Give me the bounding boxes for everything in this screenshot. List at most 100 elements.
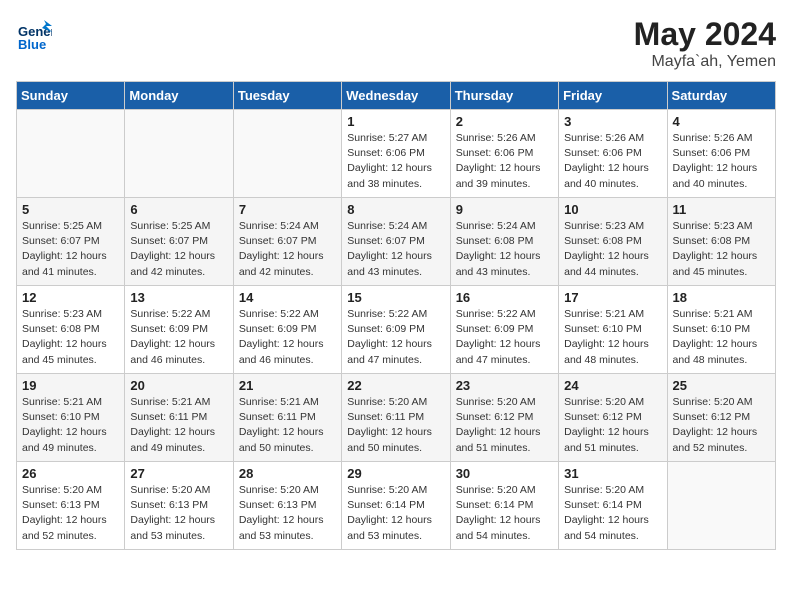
day-number: 13 bbox=[130, 290, 227, 305]
day-number: 27 bbox=[130, 466, 227, 481]
calendar-cell: 3 Sunrise: 5:26 AM Sunset: 6:06 PM Daylig… bbox=[559, 110, 667, 198]
calendar-cell: 9 Sunrise: 5:24 AM Sunset: 6:08 PM Daylig… bbox=[450, 198, 558, 286]
day-info: Sunrise: 5:23 AM Sunset: 6:08 PM Dayligh… bbox=[564, 219, 661, 280]
calendar-cell: 17 Sunrise: 5:21 AM Sunset: 6:10 PM Dayli… bbox=[559, 286, 667, 374]
day-number: 12 bbox=[22, 290, 119, 305]
day-info: Sunrise: 5:20 AM Sunset: 6:14 PM Dayligh… bbox=[347, 483, 444, 544]
day-number: 15 bbox=[347, 290, 444, 305]
day-number: 4 bbox=[673, 114, 770, 129]
weekday-header: Monday bbox=[125, 82, 233, 110]
calendar-cell: 15 Sunrise: 5:22 AM Sunset: 6:09 PM Dayli… bbox=[342, 286, 450, 374]
calendar-cell: 29 Sunrise: 5:20 AM Sunset: 6:14 PM Dayli… bbox=[342, 462, 450, 550]
calendar-cell: 22 Sunrise: 5:20 AM Sunset: 6:11 PM Dayli… bbox=[342, 374, 450, 462]
day-number: 7 bbox=[239, 202, 336, 217]
calendar-week-row: 19Sunrise: 5:21 AM Sunset: 6:10 PM Dayli… bbox=[17, 374, 776, 462]
day-number: 17 bbox=[564, 290, 661, 305]
day-info: Sunrise: 5:22 AM Sunset: 6:09 PM Dayligh… bbox=[130, 307, 227, 368]
calendar-cell bbox=[667, 462, 775, 550]
weekday-header: Friday bbox=[559, 82, 667, 110]
calendar-cell: 10Sunrise: 5:23 AM Sunset: 6:08 PM Dayli… bbox=[559, 198, 667, 286]
day-number: 2 bbox=[456, 114, 553, 129]
day-info: Sunrise: 5:20 AM Sunset: 6:13 PM Dayligh… bbox=[130, 483, 227, 544]
calendar-cell: 23Sunrise: 5:20 AM Sunset: 6:12 PM Dayli… bbox=[450, 374, 558, 462]
day-info: Sunrise: 5:22 AM Sunset: 6:09 PM Dayligh… bbox=[347, 307, 444, 368]
calendar-cell: 5 Sunrise: 5:25 AM Sunset: 6:07 PM Daylig… bbox=[17, 198, 125, 286]
day-info: Sunrise: 5:26 AM Sunset: 6:06 PM Dayligh… bbox=[456, 131, 553, 192]
day-info: Sunrise: 5:22 AM Sunset: 6:09 PM Dayligh… bbox=[239, 307, 336, 368]
weekday-header: Thursday bbox=[450, 82, 558, 110]
calendar-cell: 8 Sunrise: 5:24 AM Sunset: 6:07 PM Daylig… bbox=[342, 198, 450, 286]
day-info: Sunrise: 5:20 AM Sunset: 6:11 PM Dayligh… bbox=[347, 395, 444, 456]
logo: General Blue bbox=[16, 16, 52, 57]
calendar-cell: 19Sunrise: 5:21 AM Sunset: 6:10 PM Dayli… bbox=[17, 374, 125, 462]
day-info: Sunrise: 5:23 AM Sunset: 6:08 PM Dayligh… bbox=[22, 307, 119, 368]
day-info: Sunrise: 5:21 AM Sunset: 6:11 PM Dayligh… bbox=[130, 395, 227, 456]
day-number: 3 bbox=[564, 114, 661, 129]
calendar-cell: 11Sunrise: 5:23 AM Sunset: 6:08 PM Dayli… bbox=[667, 198, 775, 286]
logo-icon: General Blue bbox=[16, 16, 52, 52]
day-number: 29 bbox=[347, 466, 444, 481]
calendar-cell: 1 Sunrise: 5:27 AM Sunset: 6:06 PM Daylig… bbox=[342, 110, 450, 198]
day-info: Sunrise: 5:21 AM Sunset: 6:10 PM Dayligh… bbox=[673, 307, 770, 368]
calendar-title: May 2024 Mayfa`ah, Yemen bbox=[634, 16, 776, 71]
day-number: 1 bbox=[347, 114, 444, 129]
calendar-cell: 18 Sunrise: 5:21 AM Sunset: 6:10 PM Dayli… bbox=[667, 286, 775, 374]
day-info: Sunrise: 5:24 AM Sunset: 6:07 PM Dayligh… bbox=[239, 219, 336, 280]
weekday-header: Wednesday bbox=[342, 82, 450, 110]
day-number: 28 bbox=[239, 466, 336, 481]
day-info: Sunrise: 5:25 AM Sunset: 6:07 PM Dayligh… bbox=[22, 219, 119, 280]
calendar-cell: 26Sunrise: 5:20 AM Sunset: 6:13 PM Dayli… bbox=[17, 462, 125, 550]
day-number: 25 bbox=[673, 378, 770, 393]
day-number: 16 bbox=[456, 290, 553, 305]
weekday-header-row: SundayMondayTuesdayWednesdayThursdayFrid… bbox=[17, 82, 776, 110]
calendar-cell: 24Sunrise: 5:20 AM Sunset: 6:12 PM Dayli… bbox=[559, 374, 667, 462]
day-number: 5 bbox=[22, 202, 119, 217]
day-info: Sunrise: 5:20 AM Sunset: 6:13 PM Dayligh… bbox=[22, 483, 119, 544]
calendar-cell: 20 Sunrise: 5:21 AM Sunset: 6:11 PM Dayli… bbox=[125, 374, 233, 462]
day-number: 9 bbox=[456, 202, 553, 217]
day-info: Sunrise: 5:25 AM Sunset: 6:07 PM Dayligh… bbox=[130, 219, 227, 280]
calendar-cell: 13 Sunrise: 5:22 AM Sunset: 6:09 PM Dayli… bbox=[125, 286, 233, 374]
calendar-cell: 12 Sunrise: 5:23 AM Sunset: 6:08 PM Dayli… bbox=[17, 286, 125, 374]
day-number: 8 bbox=[347, 202, 444, 217]
calendar-week-row: 5 Sunrise: 5:25 AM Sunset: 6:07 PM Daylig… bbox=[17, 198, 776, 286]
day-number: 30 bbox=[456, 466, 553, 481]
calendar-table: SundayMondayTuesdayWednesdayThursdayFrid… bbox=[16, 81, 776, 550]
page-header: General Blue May 2024 Mayfa`ah, Yemen bbox=[16, 16, 776, 71]
weekday-header: Saturday bbox=[667, 82, 775, 110]
weekday-header: Sunday bbox=[17, 82, 125, 110]
day-number: 21 bbox=[239, 378, 336, 393]
day-info: Sunrise: 5:20 AM Sunset: 6:13 PM Dayligh… bbox=[239, 483, 336, 544]
day-info: Sunrise: 5:22 AM Sunset: 6:09 PM Dayligh… bbox=[456, 307, 553, 368]
calendar-cell: 6 Sunrise: 5:25 AM Sunset: 6:07 PM Daylig… bbox=[125, 198, 233, 286]
calendar-cell: 31Sunrise: 5:20 AM Sunset: 6:14 PM Dayli… bbox=[559, 462, 667, 550]
calendar-cell bbox=[17, 110, 125, 198]
day-info: Sunrise: 5:26 AM Sunset: 6:06 PM Dayligh… bbox=[564, 131, 661, 192]
day-number: 14 bbox=[239, 290, 336, 305]
calendar-cell: 4 Sunrise: 5:26 AM Sunset: 6:06 PM Daylig… bbox=[667, 110, 775, 198]
day-number: 20 bbox=[130, 378, 227, 393]
calendar-cell bbox=[125, 110, 233, 198]
calendar-week-row: 26Sunrise: 5:20 AM Sunset: 6:13 PM Dayli… bbox=[17, 462, 776, 550]
calendar-cell: 25Sunrise: 5:20 AM Sunset: 6:12 PM Dayli… bbox=[667, 374, 775, 462]
day-number: 22 bbox=[347, 378, 444, 393]
day-info: Sunrise: 5:24 AM Sunset: 6:08 PM Dayligh… bbox=[456, 219, 553, 280]
day-info: Sunrise: 5:20 AM Sunset: 6:14 PM Dayligh… bbox=[456, 483, 553, 544]
day-number: 11 bbox=[673, 202, 770, 217]
day-info: Sunrise: 5:24 AM Sunset: 6:07 PM Dayligh… bbox=[347, 219, 444, 280]
location-label: Mayfa`ah, Yemen bbox=[634, 53, 776, 71]
day-number: 24 bbox=[564, 378, 661, 393]
day-number: 31 bbox=[564, 466, 661, 481]
month-year-label: May 2024 bbox=[634, 16, 776, 53]
day-info: Sunrise: 5:26 AM Sunset: 6:06 PM Dayligh… bbox=[673, 131, 770, 192]
calendar-cell: 30 Sunrise: 5:20 AM Sunset: 6:14 PM Dayli… bbox=[450, 462, 558, 550]
calendar-cell: 16 Sunrise: 5:22 AM Sunset: 6:09 PM Dayli… bbox=[450, 286, 558, 374]
day-info: Sunrise: 5:27 AM Sunset: 6:06 PM Dayligh… bbox=[347, 131, 444, 192]
calendar-cell: 27 Sunrise: 5:20 AM Sunset: 6:13 PM Dayli… bbox=[125, 462, 233, 550]
day-number: 18 bbox=[673, 290, 770, 305]
calendar-week-row: 12 Sunrise: 5:23 AM Sunset: 6:08 PM Dayli… bbox=[17, 286, 776, 374]
day-info: Sunrise: 5:21 AM Sunset: 6:10 PM Dayligh… bbox=[564, 307, 661, 368]
weekday-header: Tuesday bbox=[233, 82, 341, 110]
day-number: 6 bbox=[130, 202, 227, 217]
day-number: 23 bbox=[456, 378, 553, 393]
